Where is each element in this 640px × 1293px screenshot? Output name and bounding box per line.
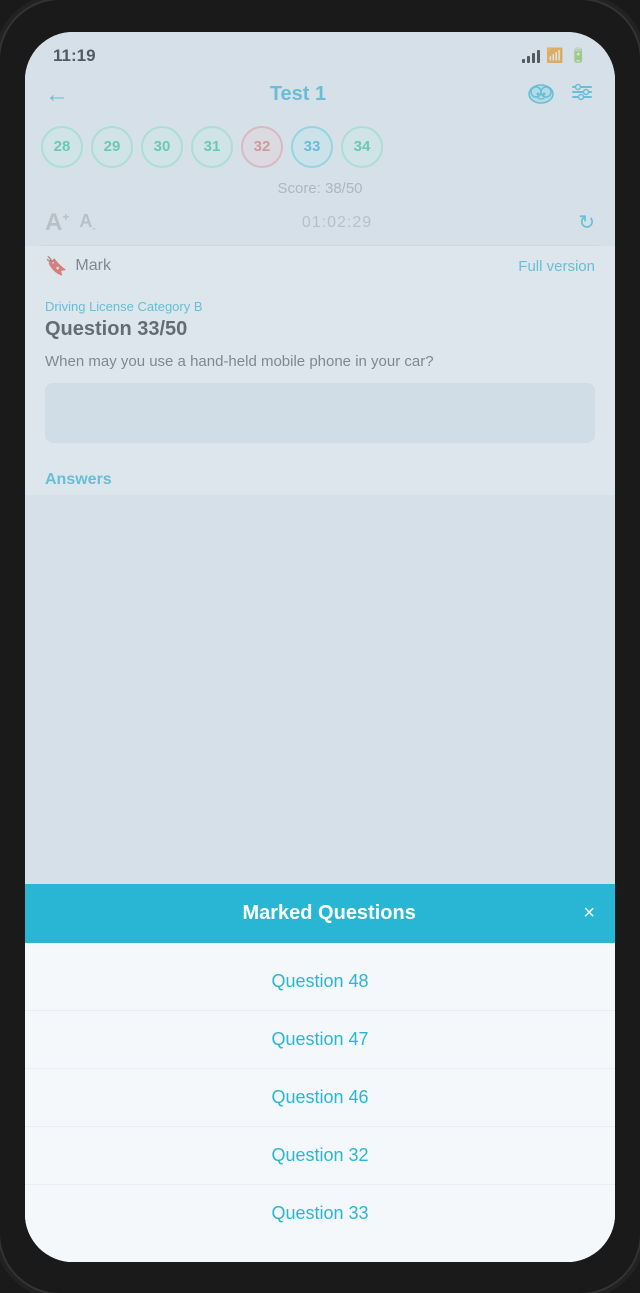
phone-frame: 11:19 📶 🔋 ← Test 1 (0, 0, 640, 1293)
modal-header: Marked Questions × (25, 884, 615, 943)
modal-body: Question 48 Question 47 Question 46 Ques… (25, 943, 615, 1262)
notch (245, 0, 395, 30)
modal-item-q33[interactable]: Question 33 (25, 1185, 615, 1242)
modal-item-q48[interactable]: Question 48 (25, 953, 615, 1011)
phone-screen: 11:19 📶 🔋 ← Test 1 (25, 32, 615, 1262)
modal-item-q32[interactable]: Question 32 (25, 1127, 615, 1185)
modal-item-q46[interactable]: Question 46 (25, 1069, 615, 1127)
modal-title: Marked Questions (75, 902, 583, 925)
modal-close-button[interactable]: × (583, 902, 595, 925)
modal-item-q47[interactable]: Question 47 (25, 1011, 615, 1069)
marked-questions-modal: Marked Questions × Question 48 Question … (25, 884, 615, 1262)
modal-overlay: Marked Questions × Question 48 Question … (25, 32, 615, 1262)
